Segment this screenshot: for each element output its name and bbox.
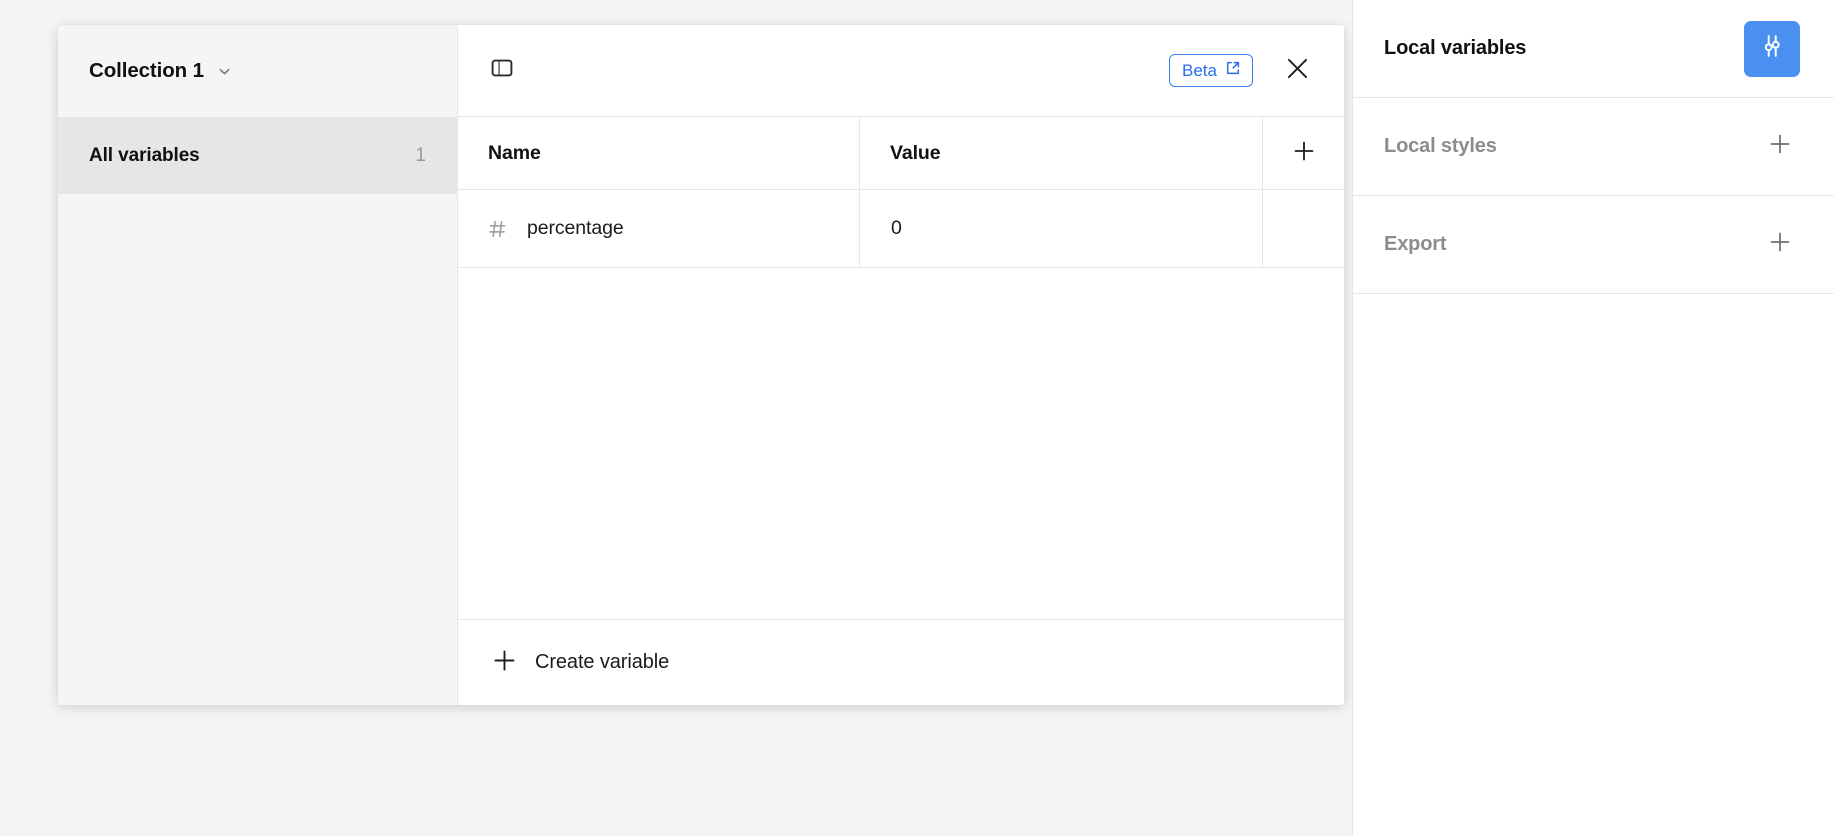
number-variable-icon	[487, 218, 509, 240]
modal-footer: Create variable	[458, 620, 1344, 705]
modal-main: Beta Name Value percentage 0 Create vari…	[458, 25, 1344, 705]
create-variable-button[interactable]: Create variable	[485, 641, 679, 685]
column-header-value-label: Value	[890, 141, 941, 164]
close-icon	[1284, 55, 1311, 87]
collection-title: Collection 1	[89, 59, 204, 82]
column-header-value[interactable]: Value	[860, 117, 1263, 189]
plus-icon	[1767, 229, 1793, 260]
table-row[interactable]: percentage 0	[458, 190, 1344, 268]
table-empty-area	[458, 268, 1344, 620]
create-variable-label: Create variable	[535, 651, 670, 673]
local-variables-button[interactable]	[1744, 20, 1800, 77]
panel-section-title-local-styles: Local styles	[1384, 135, 1497, 157]
table-cell-name[interactable]: percentage	[458, 190, 860, 267]
panel-section-local-styles: Local styles	[1353, 98, 1834, 196]
plus-icon	[1291, 138, 1317, 169]
sidebar-empty-area	[58, 194, 457, 705]
design-right-panel: Local variables Local styles Export	[1352, 0, 1834, 836]
beta-badge-button[interactable]: Beta	[1169, 54, 1253, 87]
column-header-actions	[1263, 117, 1344, 189]
sidebar-item-label: All variables	[89, 144, 200, 166]
modal-topbar: Beta	[458, 25, 1344, 117]
sliders-icon	[1758, 32, 1786, 65]
plus-icon	[1767, 131, 1793, 162]
close-modal-button[interactable]	[1275, 49, 1319, 93]
sidebar-toggle-button[interactable]	[484, 53, 520, 89]
sidebar-item-count: 1	[415, 144, 426, 166]
column-header-name[interactable]: Name	[458, 117, 860, 189]
table-header-row: Name Value	[458, 117, 1344, 190]
panel-section-title-local-variables: Local variables	[1384, 37, 1527, 59]
external-link-icon	[1225, 60, 1241, 81]
variables-modal: Collection 1 All variables 1 Beta Name V…	[58, 25, 1344, 705]
add-export-button[interactable]	[1760, 225, 1800, 265]
plus-icon	[491, 647, 518, 679]
table-cell-name-inner: percentage	[458, 217, 624, 240]
sidebar-toggle-icon	[490, 56, 514, 85]
column-header-name-label: Name	[488, 141, 541, 164]
table-cell-name-label: percentage	[527, 217, 624, 239]
panel-section-local-variables: Local variables	[1353, 0, 1834, 98]
table-cell-value-label: 0	[891, 217, 902, 239]
add-variable-button[interactable]	[1284, 133, 1324, 173]
sidebar-item-all-variables[interactable]: All variables 1	[58, 117, 457, 194]
variables-table: Name Value percentage 0	[458, 117, 1344, 620]
table-row-actions	[1263, 190, 1344, 267]
modal-sidebar: Collection 1 All variables 1	[58, 25, 458, 705]
panel-section-title-export: Export	[1384, 233, 1447, 255]
collection-header[interactable]: Collection 1	[58, 25, 457, 117]
table-cell-value[interactable]: 0	[860, 190, 1263, 267]
beta-badge-label: Beta	[1182, 60, 1217, 80]
panel-section-export: Export	[1353, 196, 1834, 294]
chevron-down-icon[interactable]	[216, 63, 233, 80]
add-local-style-button[interactable]	[1760, 127, 1800, 167]
